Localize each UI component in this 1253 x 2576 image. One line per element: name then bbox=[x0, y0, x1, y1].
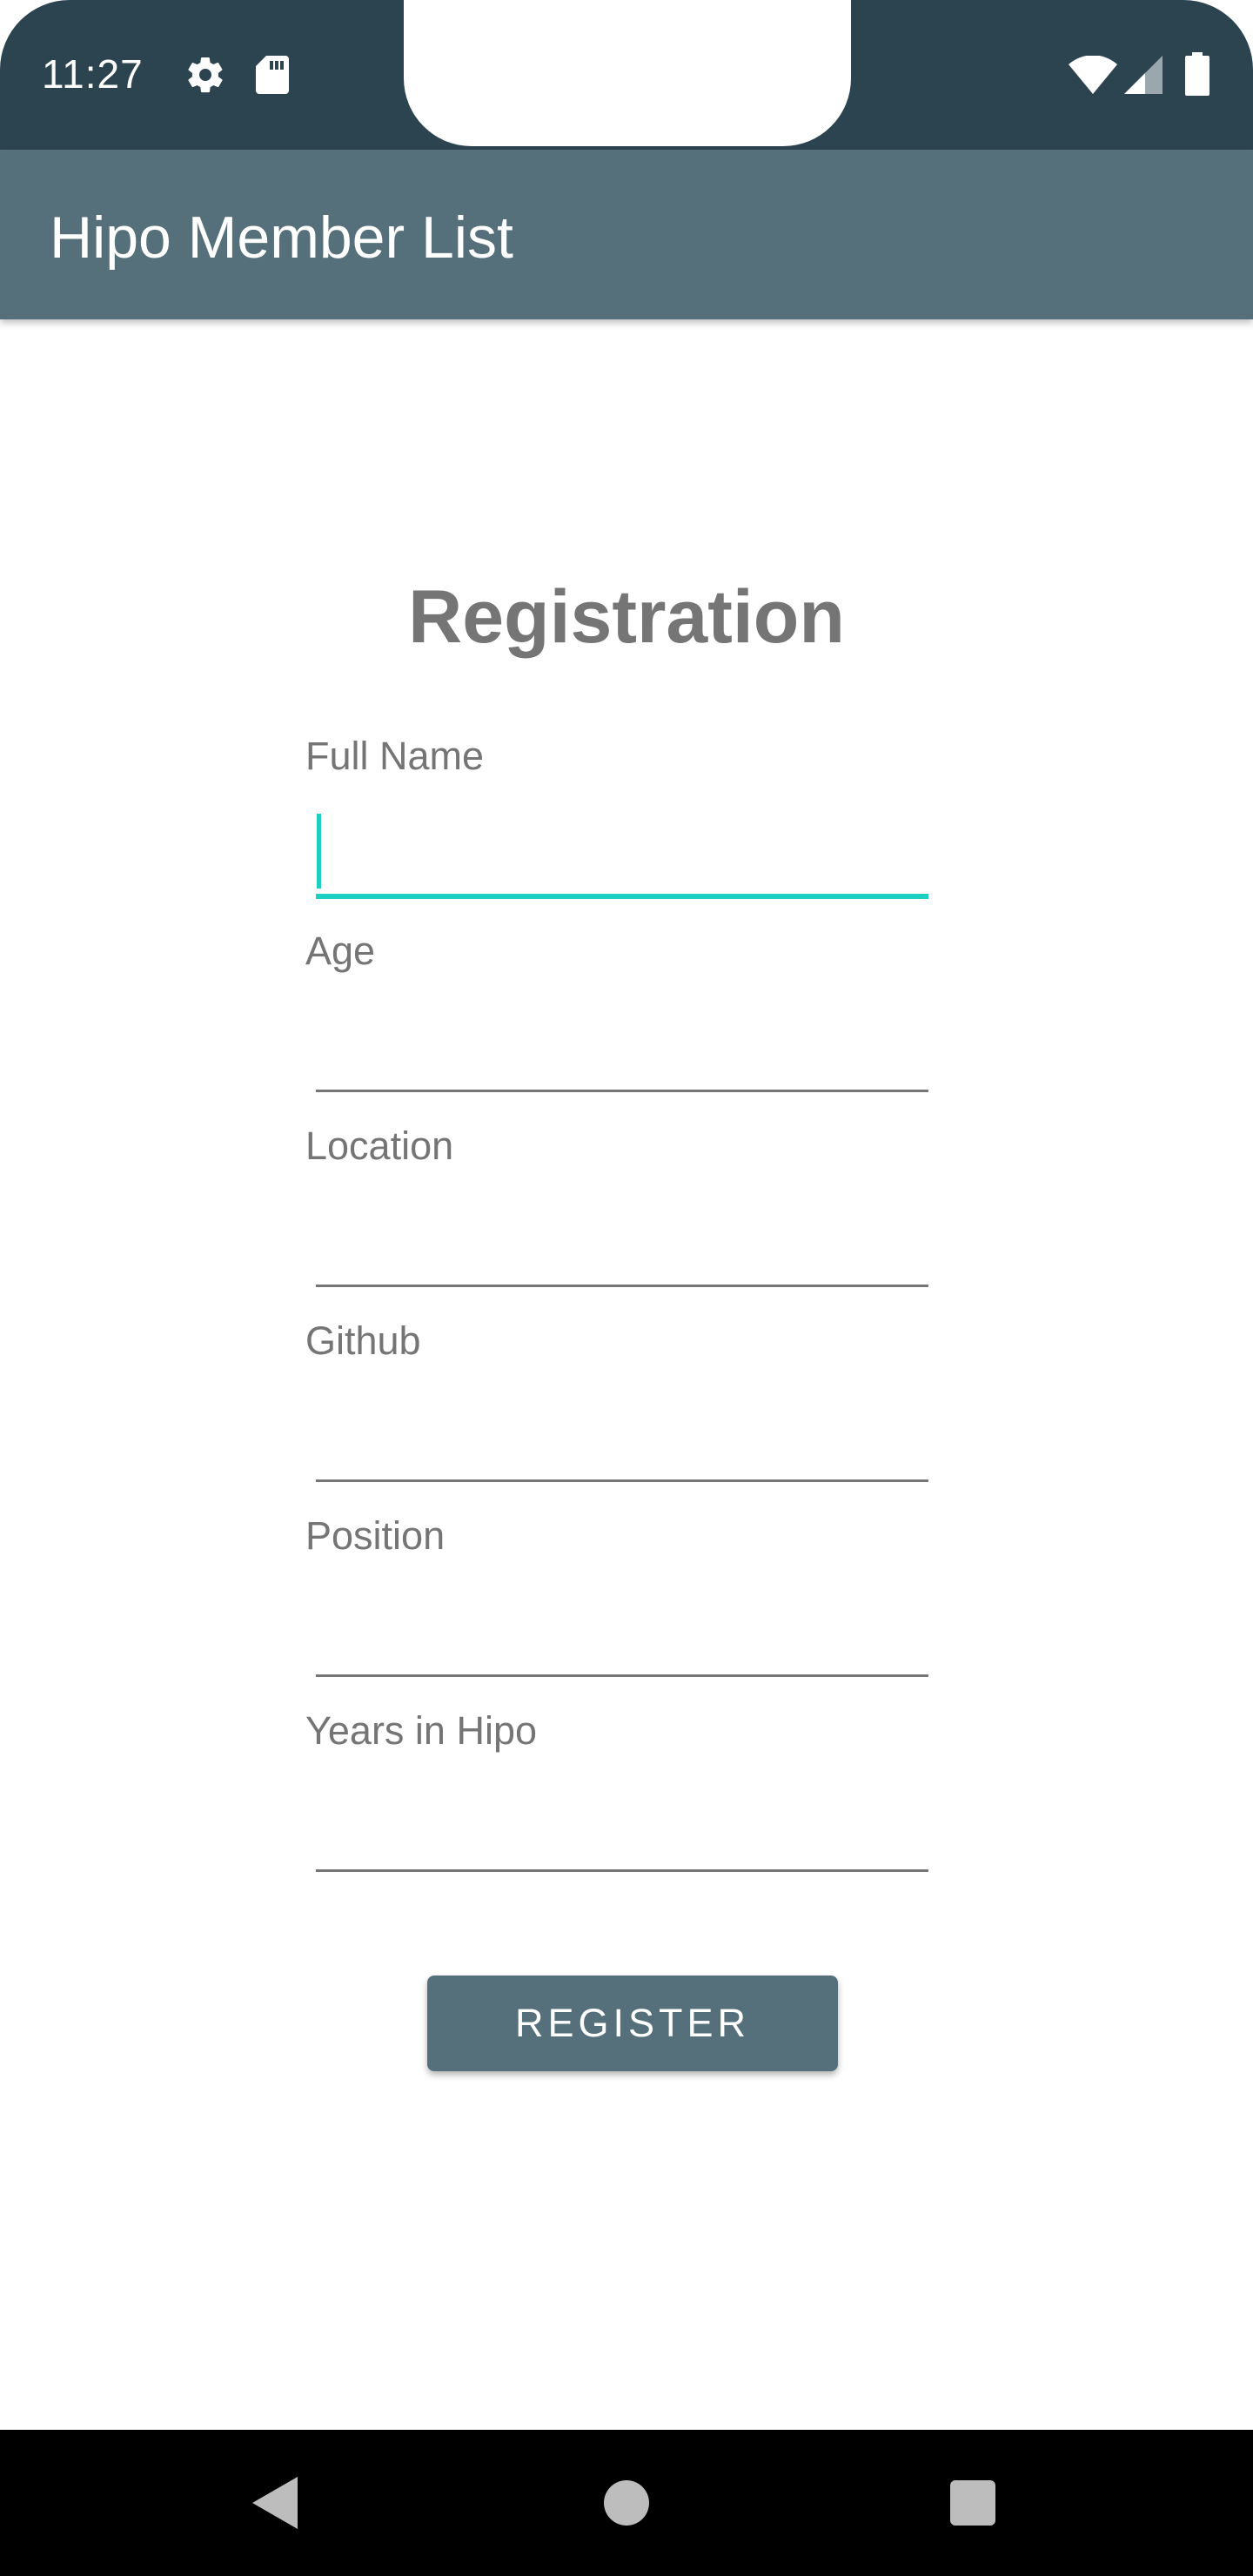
full-name-input[interactable] bbox=[316, 829, 928, 899]
status-bar: 11:27 bbox=[0, 0, 1253, 150]
home-icon[interactable] bbox=[604, 2480, 649, 2526]
age-input[interactable] bbox=[316, 1023, 928, 1092]
register-button[interactable]: REGISTER bbox=[427, 1976, 838, 2071]
location-label: Location bbox=[305, 1124, 454, 1168]
sd-card-icon bbox=[256, 56, 289, 94]
navigation-bar bbox=[0, 2430, 1253, 2576]
text-cursor bbox=[317, 814, 321, 889]
github-input[interactable] bbox=[316, 1412, 928, 1482]
back-icon[interactable] bbox=[252, 2477, 298, 2529]
age-label: Age bbox=[305, 929, 376, 973]
app-title: Hipo Member List bbox=[50, 205, 513, 271]
location-input[interactable] bbox=[316, 1218, 928, 1287]
position-input[interactable] bbox=[316, 1607, 928, 1677]
gear-icon bbox=[188, 57, 223, 93]
github-label: Github bbox=[305, 1318, 421, 1363]
years-in-hipo-input[interactable] bbox=[316, 1802, 928, 1872]
years-in-hipo-label: Years in Hipo bbox=[305, 1708, 538, 1753]
form-title: Registration bbox=[408, 575, 845, 659]
signal-icon bbox=[1124, 56, 1163, 94]
position-label: Position bbox=[305, 1513, 446, 1558]
status-time: 11:27 bbox=[42, 51, 144, 97]
wifi-icon bbox=[1069, 56, 1117, 94]
recents-icon[interactable] bbox=[950, 2480, 995, 2526]
battery-icon bbox=[1185, 52, 1209, 96]
full-name-label: Full Name bbox=[305, 734, 485, 778]
app-bar: Hipo Member List bbox=[0, 150, 1253, 319]
screen: 11:27 Hipo Member List Registration Full… bbox=[0, 0, 1253, 2576]
display-notch bbox=[404, 0, 851, 146]
